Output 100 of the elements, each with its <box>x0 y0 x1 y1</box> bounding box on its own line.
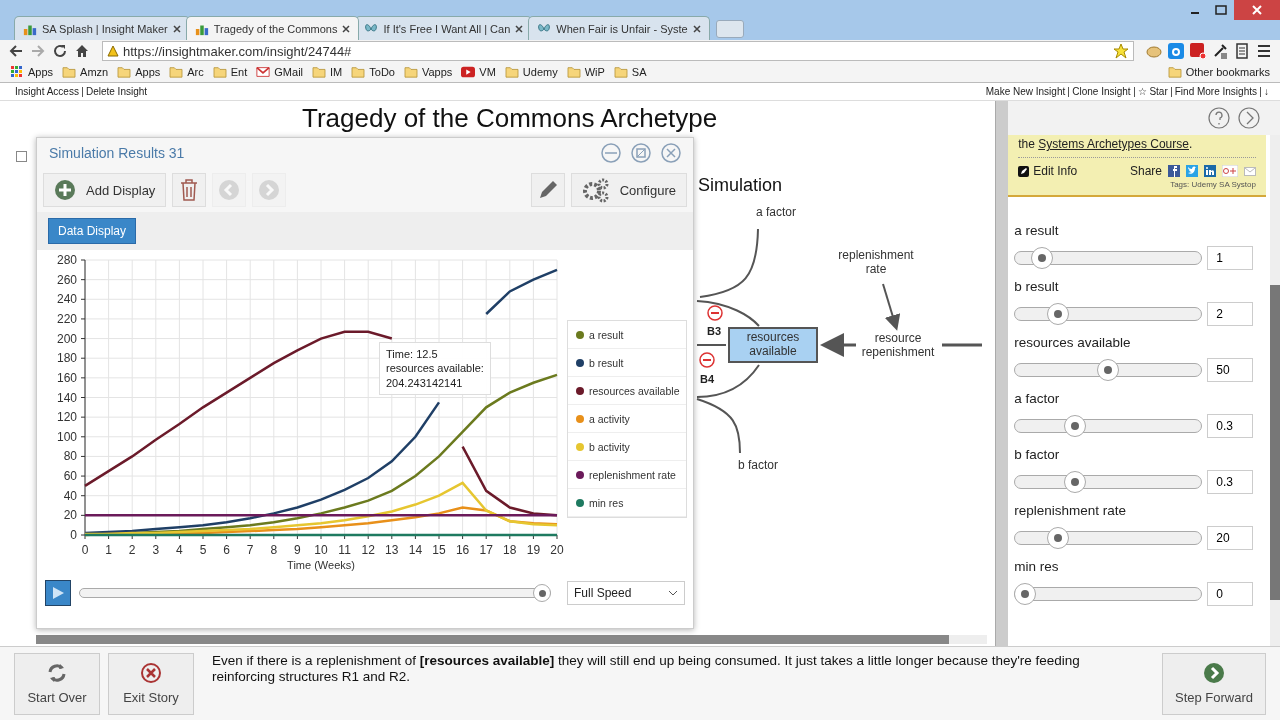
legend-label: min res <box>589 496 624 509</box>
forward-icon[interactable] <box>30 43 46 59</box>
plus-one-icon[interactable] <box>1222 165 1238 177</box>
y-tick-label: 140 <box>56 390 77 405</box>
variable-label[interactable]: replenishment rate <box>836 249 916 277</box>
eyedropper-icon[interactable] <box>1212 43 1228 59</box>
slider-label: resources available <box>1014 335 1132 352</box>
panel-splitter[interactable] <box>995 101 1009 646</box>
top-link[interactable]: Find More Insights <box>1171 86 1260 97</box>
bookmark[interactable]: Other bookmarks <box>1167 66 1270 78</box>
slider-thumb[interactable] <box>1047 303 1070 325</box>
bookmark[interactable]: Udemy <box>504 66 558 78</box>
bookmark[interactable]: SA <box>613 66 647 78</box>
top-link[interactable]: Insight Access <box>12 86 82 97</box>
top-link[interactable]: Make New Insight <box>982 86 1069 97</box>
slider-thumb[interactable] <box>1064 471 1086 493</box>
progress-thumb[interactable] <box>533 584 551 602</box>
bookmark[interactable]: Vapps <box>403 66 453 78</box>
delete-button[interactable] <box>172 173 207 207</box>
horizontal-scrollbar[interactable] <box>36 635 988 644</box>
slider-thumb[interactable] <box>1064 415 1086 437</box>
slider-thumb[interactable] <box>1014 583 1037 605</box>
variable-label[interactable]: a factor <box>736 206 816 220</box>
bookmark[interactable]: VM <box>461 66 496 78</box>
bookmark[interactable]: Apps <box>117 66 161 78</box>
close-icon[interactable] <box>172 24 181 33</box>
extension-icon[interactable] <box>1146 43 1162 59</box>
folder-icon <box>566 66 581 78</box>
play-button[interactable] <box>45 580 71 606</box>
bookmark[interactable]: GMail <box>256 66 304 78</box>
bird-icon[interactable] <box>1186 165 1198 177</box>
facebook-icon[interactable] <box>1168 165 1180 177</box>
top-link[interactable]: ☆ Star <box>1134 86 1171 97</box>
folder-icon <box>169 66 184 78</box>
document-icon[interactable] <box>1234 43 1250 59</box>
close-icon[interactable] <box>515 24 524 33</box>
display-tab[interactable]: Data Display <box>48 218 137 244</box>
legend-label: a result <box>589 328 624 341</box>
value-field[interactable]: 20 <box>1207 526 1254 550</box>
progress-track[interactable] <box>79 584 551 602</box>
address-bar[interactable]: https://insightmaker.com/insight/24744# <box>102 41 1134 61</box>
bookmark[interactable]: Arc <box>169 66 204 78</box>
add-display-button[interactable]: Add Display <box>43 173 167 207</box>
story-button[interactable]: Start Over <box>14 652 100 715</box>
value-field[interactable]: 1 <box>1207 246 1254 270</box>
y-tick-label: 260 <box>56 272 77 287</box>
value-field[interactable]: 0.3 <box>1207 414 1254 438</box>
value-field[interactable]: 0 <box>1207 582 1254 606</box>
x-tick-label: 7 <box>246 543 254 557</box>
speed-dropdown[interactable]: Full Speed <box>567 581 685 605</box>
back-icon[interactable] <box>8 43 24 59</box>
x-tick-label: 8 <box>270 543 278 557</box>
extension-icon[interactable] <box>1168 43 1184 59</box>
slider-thumb[interactable] <box>1047 527 1070 549</box>
collapse-toggle[interactable] <box>16 151 27 162</box>
stock-box[interactable]: resources available <box>728 327 818 363</box>
top-link[interactable]: Delete Insight <box>82 86 151 97</box>
flow-label[interactable]: resource repenishment <box>858 332 938 360</box>
close-button[interactable] <box>1234 0 1280 20</box>
flow-arrow <box>820 333 856 357</box>
step-forward-button[interactable]: Step Forward <box>1162 652 1266 715</box>
top-link[interactable]: ↓ <box>1261 86 1272 97</box>
course-link[interactable]: Systems Archetypes Course <box>1038 137 1189 151</box>
extension-icon[interactable] <box>1190 43 1206 59</box>
bookmark[interactable]: Ent <box>212 66 248 78</box>
bookmark[interactable]: Apps <box>10 66 54 78</box>
edit-info-link[interactable]: Edit Info <box>1018 164 1078 178</box>
help-icon[interactable] <box>1208 107 1230 129</box>
bookmark[interactable]: IM <box>312 66 343 78</box>
menu-icon[interactable] <box>1256 43 1272 59</box>
value-field[interactable]: 0.3 <box>1207 470 1254 494</box>
maximize-icon[interactable] <box>1215 5 1227 15</box>
x-tick-label: 10 <box>314 543 328 557</box>
edit-button[interactable] <box>530 173 565 207</box>
x-tick-label: 3 <box>152 543 160 557</box>
slider-thumb[interactable] <box>1030 247 1053 269</box>
value-field[interactable]: 2 <box>1207 302 1254 326</box>
browser-tab[interactable]: When Fair is Unfair - Syste <box>528 16 710 40</box>
reload-icon[interactable] <box>52 43 68 59</box>
configure-button[interactable]: Configure <box>570 173 687 207</box>
star-icon[interactable] <box>1113 43 1129 59</box>
bookmark[interactable]: WiP <box>566 66 605 78</box>
vertical-scrollbar[interactable] <box>1270 135 1280 646</box>
variable-label[interactable]: b factor <box>718 459 798 473</box>
linkedin-icon[interactable] <box>1204 165 1216 177</box>
x-tick-label: 9 <box>294 543 301 557</box>
story-button[interactable]: Exit Story <box>108 652 194 715</box>
top-link[interactable]: Clone Insight <box>1069 86 1134 97</box>
share-label: Share <box>1129 164 1162 178</box>
close-icon[interactable] <box>692 24 701 33</box>
folder-icon <box>212 66 227 78</box>
restore-icon[interactable] <box>631 143 651 163</box>
home-icon[interactable] <box>74 43 90 59</box>
browser-tab[interactable]: Tragedy of the Commons <box>185 16 360 40</box>
value-field[interactable]: 50 <box>1207 358 1254 382</box>
close-icon <box>1252 5 1262 15</box>
bookmark[interactable]: Amzn <box>62 66 109 78</box>
bookmark[interactable]: ToDo <box>351 66 395 78</box>
slider-thumb[interactable] <box>1097 359 1120 381</box>
close-icon[interactable] <box>342 24 351 33</box>
